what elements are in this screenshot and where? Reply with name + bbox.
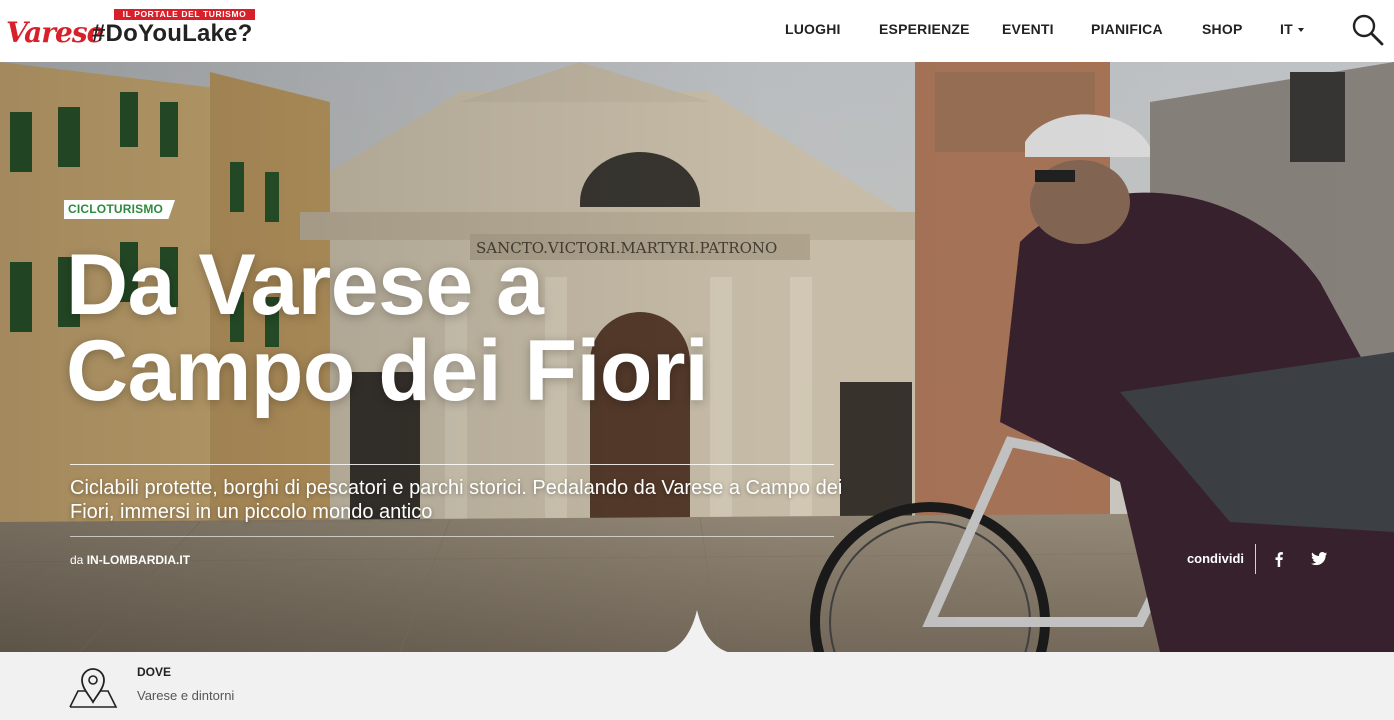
byline: da IN-LOMBARDIA.IT: [70, 553, 190, 567]
byline-source[interactable]: IN-LOMBARDIA.IT: [87, 553, 190, 567]
site-header: IL PORTALE DEL TURISMO Varese #DoYouLake…: [0, 0, 1394, 62]
title-line-2: Campo dei Fiori: [66, 323, 709, 419]
nav-item-esperienze[interactable]: ESPERIENZE: [879, 21, 970, 37]
share-divider: [1255, 544, 1256, 574]
title-divider: [70, 464, 834, 465]
location-label: DOVE: [137, 665, 172, 679]
facebook-icon[interactable]: [1272, 551, 1286, 567]
map-pin-icon: [69, 668, 118, 708]
nav-item-luoghi[interactable]: LUOGHI: [785, 21, 841, 37]
site-logo[interactable]: IL PORTALE DEL TURISMO Varese #DoYouLake…: [6, 8, 256, 52]
article-summary: Ciclabili protette, borghi di pescatori …: [70, 477, 843, 523]
section-notch: [654, 610, 740, 654]
nav-item-eventi[interactable]: EVENTI: [1002, 21, 1054, 37]
caret-down-icon: [1297, 28, 1304, 33]
byline-prefix: da: [70, 553, 84, 567]
nav-item-pianifica[interactable]: PIANIFICA: [1091, 21, 1163, 37]
title-line-1: Da Varese a: [66, 237, 544, 333]
language-selector[interactable]: IT: [1280, 21, 1304, 37]
language-label: IT: [1280, 21, 1293, 37]
summary-divider: [70, 536, 834, 537]
search-icon[interactable]: [1350, 12, 1386, 48]
twitter-icon[interactable]: [1311, 552, 1327, 566]
info-bar: [0, 652, 1394, 720]
hero-banner: SANCTO.VICTORI.MARTYRI.PATRONO: [0, 62, 1394, 652]
nav-item-shop[interactable]: SHOP: [1202, 21, 1242, 37]
logo-script: Varese: [6, 16, 104, 49]
logo-badge: IL PORTALE DEL TURISMO: [114, 9, 255, 20]
share-label: condividi: [1186, 551, 1244, 566]
logo-hashtag: #DoYouLake?: [92, 20, 253, 47]
category-tag[interactable]: CICLOTURISMO: [64, 200, 176, 219]
page-title: Da Varese a Campo dei Fiori: [66, 242, 866, 414]
location-value: Varese e dintorni: [137, 688, 235, 703]
